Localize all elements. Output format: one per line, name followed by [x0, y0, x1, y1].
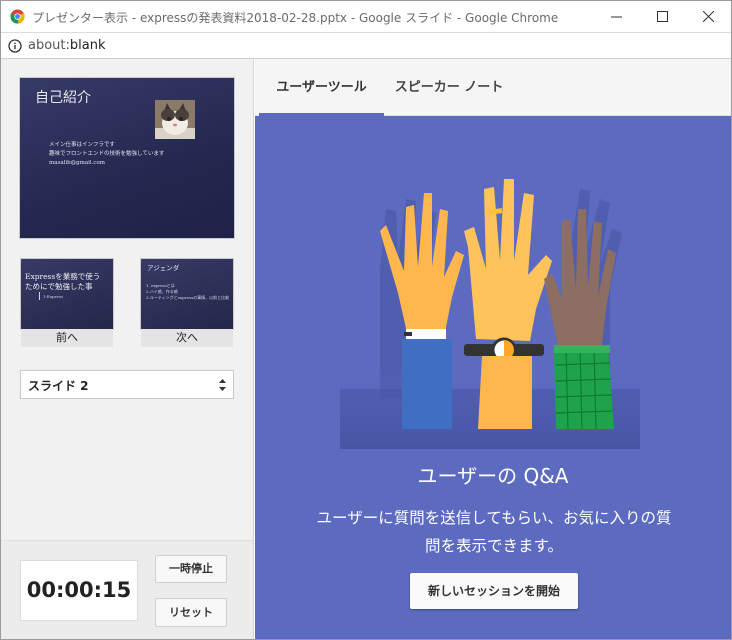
minimize-icon [610, 16, 622, 18]
raised-hands-illustration [340, 179, 640, 449]
close-button[interactable] [685, 1, 731, 32]
next-slide-button[interactable]: アジェンダ 1. expressとは 2.ハイ感、作る感 3.ルーティングとex… [141, 259, 233, 347]
url-rest: blank [69, 38, 106, 53]
current-slide-preview: 自己紹介 メイン仕事はインフラです 趣味でフロントエンドの技術を勉強しています … [20, 78, 234, 238]
start-session-button[interactable]: 新しいセッションを開始 [410, 573, 578, 609]
slides-panel: 自己紹介 メイン仕事はインフラです 趣味でフロントエンドの技術を勉強しています … [1, 59, 254, 639]
qa-title: ユーザーの Q&A [417, 464, 569, 488]
previous-slide-subtitle: 1-Express [43, 294, 64, 299]
next-slide-title: アジェンダ [147, 264, 180, 272]
previous-slide-button[interactable]: Expressを業務で使う ためにで勉強した事 1-Express 前へ [21, 259, 113, 347]
current-slide-line-3: masalib@gmail.com [49, 160, 106, 166]
address-bar[interactable]: about:blank [1, 32, 731, 59]
previous-slide-title-line-1: Expressを業務で使う [25, 272, 101, 281]
info-icon[interactable] [8, 39, 22, 53]
title-bar: プレゼンター表示 - expressの発表資料2018-02-28.pptx -… [1, 1, 731, 32]
current-slide-title: 自己紹介 [35, 90, 91, 106]
previous-label[interactable]: 前へ [21, 329, 113, 347]
pause-button[interactable]: 一時停止 [155, 555, 227, 583]
qa-description: ユーザーに質問を送信してもらい、お気に入りの質 問を表示できます。 [281, 504, 707, 560]
tab-user-tools[interactable]: ユーザーツール [259, 59, 384, 116]
minimize-button[interactable] [593, 1, 639, 32]
window-title: プレゼンター表示 - expressの発表資料2018-02-28.pptx -… [32, 11, 559, 25]
maximize-button[interactable] [639, 1, 685, 32]
qa-description-line-1: ユーザーに質問を送信してもらい、お気に入りの質 [316, 509, 672, 527]
cat-photo [155, 100, 195, 139]
select-arrows-icon [219, 379, 226, 391]
close-icon [702, 11, 714, 22]
url-text[interactable]: about:blank [28, 38, 106, 53]
previous-slide-cursor-line [39, 292, 40, 300]
next-slide-agenda: 1. expressとは 2.ハイ感、作る感 3.ルーティングとexpressの… [146, 283, 229, 301]
elapsed-timer: 00:00:15 [20, 560, 138, 621]
chrome-icon [10, 9, 25, 24]
next-slide-thumbnail[interactable]: アジェンダ 1. expressとは 2.ハイ感、作る感 3.ルーティングとex… [141, 259, 233, 329]
user-tools-panel: ユーザーツール スピーカー ノート ユーザーの Q&A ユーザーに質問を送信して… [255, 59, 731, 639]
qa-description-line-2: 問を表示できます。 [425, 537, 563, 555]
slide-select-value: スライド 2 [28, 379, 89, 393]
url-scheme: about: [28, 38, 70, 53]
previous-slide-title: Expressを業務で使う ためにで勉強した事 [25, 272, 100, 292]
reset-button[interactable]: リセット [155, 598, 227, 627]
current-slide-body: メイン仕事はインフラです 趣味でフロントエンドの技術を勉強しています masal… [49, 141, 164, 168]
maximize-icon [656, 11, 668, 22]
slide-select[interactable]: スライド 2 [20, 370, 234, 399]
previous-slide-title-line-2: ためにで勉強した事 [25, 282, 93, 291]
current-slide-line-2: 趣味でフロントエンドの技術を勉強しています [49, 151, 165, 157]
active-tab-indicator [259, 113, 384, 116]
previous-slide-thumbnail[interactable]: Expressを業務で使う ためにで勉強した事 1-Express [21, 259, 113, 329]
next-slide-item-3: 3.ルーティングとexpressの事情、以前と比較 [146, 295, 230, 300]
next-label[interactable]: 次へ [141, 329, 233, 347]
timer-area: 00:00:15 一時停止 リセット [1, 540, 253, 639]
browser-window: プレゼンター表示 - expressの発表資料2018-02-28.pptx -… [0, 0, 732, 640]
tab-speaker-notes[interactable]: スピーカー ノート [384, 59, 514, 116]
tab-bar: ユーザーツール スピーカー ノート [255, 59, 731, 116]
tab-user-tools-label: ユーザーツール [276, 80, 367, 95]
current-slide-line-1: メイン仕事はインフラです [49, 142, 115, 148]
